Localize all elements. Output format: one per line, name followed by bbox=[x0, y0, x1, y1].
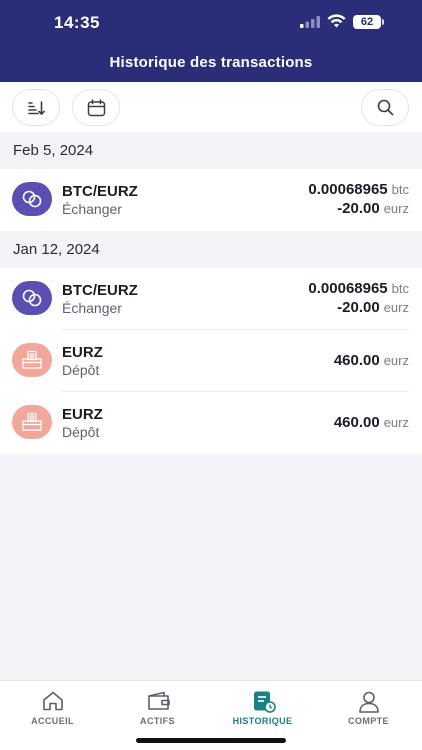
transaction-type: Échanger bbox=[62, 300, 122, 316]
sort-button[interactable] bbox=[12, 89, 60, 126]
exchange-icon bbox=[12, 182, 52, 216]
transaction-pair: BTC/EURZ bbox=[62, 183, 138, 200]
amount-value: -20.00 bbox=[337, 299, 380, 316]
search-button[interactable] bbox=[361, 89, 409, 126]
amount-value: -20.00 bbox=[337, 200, 380, 217]
tab-label: HISTORIQUE bbox=[232, 716, 293, 726]
amount-value: 460.00 bbox=[333, 352, 380, 369]
transaction-group: BTC/EURZ Échanger 0.00068965 btc -20.00 eu… bbox=[0, 268, 422, 454]
transaction-group: BTC/EURZ Échanger 0.00068965 btc -20.00 eu… bbox=[0, 169, 422, 231]
date-header: Jan 12, 2024 bbox=[0, 231, 422, 268]
cellular-signal-icon bbox=[300, 16, 320, 28]
transaction-row[interactable]: BTC/EURZ Échanger 0.00068965 btc -20.00 eu… bbox=[0, 268, 422, 330]
app-header: 14:35 62 Historique des transactions bbox=[0, 0, 422, 82]
amount-unit: btc bbox=[391, 182, 409, 197]
transaction-row[interactable]: EURZ Dépôt 460.00 eurz bbox=[0, 392, 422, 454]
amount-value: 460.00 bbox=[333, 414, 380, 431]
amount-value: 0.00068965 bbox=[308, 280, 388, 297]
transaction-type: Dépôt bbox=[62, 424, 100, 440]
toolbar bbox=[0, 82, 422, 132]
amount-primary: 460.00 eurz bbox=[334, 414, 409, 431]
battery-level: 62 bbox=[360, 16, 374, 28]
page-title: Historique des transactions bbox=[109, 54, 313, 71]
tab-label: ACTIFS bbox=[140, 716, 175, 726]
amount-unit: eurz bbox=[383, 353, 409, 368]
amount-secondary: -20.00 eurz bbox=[337, 200, 409, 217]
deposit-icon bbox=[12, 405, 52, 439]
amount-primary: 0.00068965 btc bbox=[308, 181, 409, 198]
user-icon bbox=[359, 691, 379, 713]
sort-descending-icon bbox=[28, 100, 45, 115]
tab-accueil[interactable]: ACCUEIL bbox=[0, 681, 105, 731]
amount-unit: eurz bbox=[383, 300, 409, 315]
battery-icon: 62 bbox=[353, 15, 381, 29]
home-icon bbox=[43, 691, 63, 711]
amount-secondary: -20.00 eurz bbox=[337, 299, 409, 316]
tab-label: ACCUEIL bbox=[31, 716, 74, 726]
amount-primary: 460.00 eurz bbox=[334, 352, 409, 369]
amount-primary: 0.00068965 btc bbox=[308, 280, 409, 297]
transaction-type: Dépôt bbox=[62, 362, 100, 378]
status-time: 14:35 bbox=[54, 13, 100, 32]
battery-tip bbox=[382, 19, 384, 25]
deposit-icon bbox=[12, 343, 52, 377]
home-indicator bbox=[136, 738, 286, 743]
status-bar: 14:35 62 bbox=[0, 0, 422, 46]
tab-label: COMPTE bbox=[348, 716, 389, 726]
amount-value: 0.00068965 bbox=[308, 181, 388, 198]
wifi-icon bbox=[327, 14, 346, 28]
transaction-pair: EURZ bbox=[62, 406, 103, 423]
tab-compte[interactable]: COMPTE bbox=[316, 681, 421, 731]
tab-actifs[interactable]: ACTIFS bbox=[105, 681, 210, 731]
calendar-icon bbox=[87, 98, 105, 116]
amount-unit: eurz bbox=[383, 415, 409, 430]
transaction-row[interactable]: BTC/EURZ Échanger 0.00068965 btc -20.00 eu… bbox=[0, 169, 422, 231]
tab-historique[interactable]: HISTORIQUE bbox=[210, 681, 315, 731]
amount-unit: eurz bbox=[383, 201, 409, 216]
amount-unit: btc bbox=[391, 281, 409, 296]
search-icon bbox=[377, 99, 393, 116]
wallet-icon bbox=[148, 691, 170, 710]
date-header: Feb 5, 2024 bbox=[0, 132, 422, 169]
transaction-pair: EURZ bbox=[62, 344, 103, 361]
exchange-icon bbox=[12, 281, 52, 315]
transaction-pair: BTC/EURZ bbox=[62, 282, 138, 299]
transaction-type: Échanger bbox=[62, 201, 122, 217]
transaction-row[interactable]: EURZ Dépôt 460.00 eurz bbox=[0, 330, 422, 392]
history-icon bbox=[254, 691, 276, 713]
date-filter-button[interactable] bbox=[72, 89, 120, 126]
